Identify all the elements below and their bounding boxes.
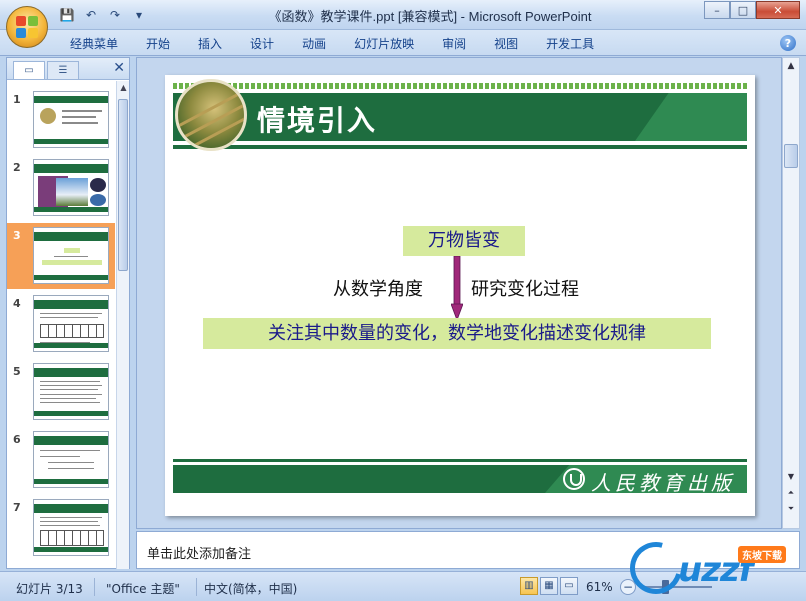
maximize-button[interactable]: □ xyxy=(730,1,756,19)
tab-review[interactable]: 审阅 xyxy=(428,35,480,53)
scroll-up-icon[interactable]: ▲ xyxy=(783,58,799,74)
tab-classic-menu[interactable]: 经典菜单 xyxy=(56,35,132,53)
slide-show-icon[interactable]: ▭ xyxy=(560,577,578,595)
thumbnail-scrollbar[interactable]: ▲ xyxy=(116,81,129,569)
slide-counter: 幻灯片 3/13 xyxy=(16,582,83,596)
language-indicator[interactable]: 中文(简体，中国) xyxy=(204,580,297,597)
slide-preview xyxy=(33,159,109,216)
slide-preview xyxy=(33,227,109,284)
thumbnail-list: 1 2 3 4 5 6 7 xyxy=(7,81,115,569)
undo-icon[interactable]: ↶ xyxy=(82,7,100,23)
divider xyxy=(94,578,95,596)
slide-number: 3 xyxy=(13,229,21,242)
outline-tab-icon: ☰ xyxy=(58,65,68,76)
header-photo xyxy=(175,79,247,151)
footer-line xyxy=(173,459,747,462)
watermark-badge: 东坡下载 xyxy=(738,546,786,563)
slide-scrollbar[interactable]: ▲ ▼ ⏶ ⏷ xyxy=(782,57,800,529)
tab-slides[interactable]: ▭ xyxy=(13,61,45,79)
tab-outline[interactable]: ☰ xyxy=(47,61,79,79)
slide-thumbnail-3[interactable]: 3 xyxy=(7,223,115,289)
header-stripe xyxy=(173,83,747,89)
theme-name: "Office 主题" xyxy=(106,582,180,596)
top-textbox[interactable]: 万物皆变 xyxy=(403,226,525,256)
scroll-down-icon[interactable]: ▼ xyxy=(783,470,799,484)
right-label[interactable]: 研究变化过程 xyxy=(471,275,579,301)
tab-design[interactable]: 设计 xyxy=(236,35,288,53)
ribbon-tabs: 经典菜单 开始 插入 设计 动画 幻灯片放映 审阅 视图 开发工具 xyxy=(56,35,608,53)
slide-title[interactable]: 情境引入 xyxy=(257,99,377,139)
tab-view[interactable]: 视图 xyxy=(480,35,532,53)
slide-thumbnail-4[interactable]: 4 xyxy=(7,291,115,357)
scroll-thumb[interactable] xyxy=(118,99,128,271)
help-icon[interactable]: ? xyxy=(780,35,796,51)
tab-insert[interactable]: 插入 xyxy=(184,35,236,53)
title-bar: 💾 ↶ ↷ ▾ 《函数》教学课件.ppt [兼容模式] - Microsoft … xyxy=(0,0,806,30)
slide-editing-area: 情境引入 万物皆变 从数学角度 研究变化过程 关注其中数量的变化，数学地变化描述… xyxy=(136,57,782,529)
normal-view-icon[interactable]: ▥ xyxy=(520,577,538,595)
slides-tab-icon: ▭ xyxy=(24,65,34,76)
previous-slide-icon[interactable]: ⏶ xyxy=(783,486,799,500)
slide-thumbnail-6[interactable]: 6 xyxy=(7,427,115,493)
save-icon[interactable]: 💾 xyxy=(58,7,76,23)
pane-close-icon[interactable]: ✕ xyxy=(113,60,125,76)
site-watermark: uzzf 东坡下载 xyxy=(620,532,804,601)
minimize-button[interactable]: – xyxy=(704,1,730,19)
slide-thumbnail-7[interactable]: 7 xyxy=(7,495,115,561)
slide-number: 4 xyxy=(13,297,21,310)
tab-slide-show[interactable]: 幻灯片放映 xyxy=(340,35,428,53)
slide-number: 6 xyxy=(13,433,21,446)
down-arrow xyxy=(451,256,463,320)
next-slide-icon[interactable]: ⏷ xyxy=(783,502,799,516)
notes-placeholder[interactable]: 单击此处添加备注 xyxy=(147,543,251,562)
zoom-level[interactable]: 61% xyxy=(586,580,613,594)
slide-number: 1 xyxy=(13,93,21,106)
publisher-name: 人民教育出版社 xyxy=(591,471,735,516)
scroll-up-icon[interactable]: ▲ xyxy=(117,81,130,95)
slide-preview xyxy=(33,91,109,148)
office-logo-icon xyxy=(16,16,38,38)
quick-access-toolbar: 💾 ↶ ↷ ▾ xyxy=(58,7,148,23)
pane-tabs: ▭ ☰ ✕ xyxy=(7,58,129,80)
title-underline xyxy=(173,145,747,149)
slide-thumbnail-5[interactable]: 5 xyxy=(7,359,115,425)
slide-preview xyxy=(33,363,109,420)
slide-preview xyxy=(33,499,109,556)
redo-icon[interactable]: ↷ xyxy=(106,7,124,23)
window-controls: – □ ✕ xyxy=(704,1,800,19)
customize-toolbar-icon[interactable]: ▾ xyxy=(130,7,148,23)
office-button[interactable] xyxy=(6,6,48,48)
slide-sorter-icon[interactable]: ▦ xyxy=(540,577,558,595)
divider xyxy=(196,578,197,596)
scroll-thumb[interactable] xyxy=(784,144,798,168)
left-label[interactable]: 从数学角度 xyxy=(333,275,423,301)
slides-pane: ▭ ☰ ✕ 1 2 3 4 5 6 7 ▲ xyxy=(6,57,130,569)
ribbon: 经典菜单 开始 插入 设计 动画 幻灯片放映 审阅 视图 开发工具 ? xyxy=(0,30,806,56)
publisher-logo-icon xyxy=(563,468,585,490)
tab-animations[interactable]: 动画 xyxy=(288,35,340,53)
window-title: 《函数》教学课件.ppt [兼容模式] - Microsoft PowerPoi… xyxy=(268,9,592,24)
slide-preview xyxy=(33,295,109,352)
slide-number: 5 xyxy=(13,365,21,378)
tab-home[interactable]: 开始 xyxy=(132,35,184,53)
close-button[interactable]: ✕ xyxy=(756,1,800,19)
view-buttons: ▥ ▦ ▭ xyxy=(520,577,578,595)
slide-number: 2 xyxy=(13,161,21,174)
slide-preview xyxy=(33,431,109,488)
slide-thumbnail-2[interactable]: 2 xyxy=(7,155,115,221)
slide-canvas[interactable]: 情境引入 万物皆变 从数学角度 研究变化过程 关注其中数量的变化，数学地变化描述… xyxy=(165,75,755,516)
bottom-textbox[interactable]: 关注其中数量的变化，数学地变化描述变化规律 xyxy=(203,318,711,349)
tab-developer[interactable]: 开发工具 xyxy=(532,35,608,53)
slide-thumbnail-1[interactable]: 1 xyxy=(7,87,115,153)
slide-number: 7 xyxy=(13,501,21,514)
